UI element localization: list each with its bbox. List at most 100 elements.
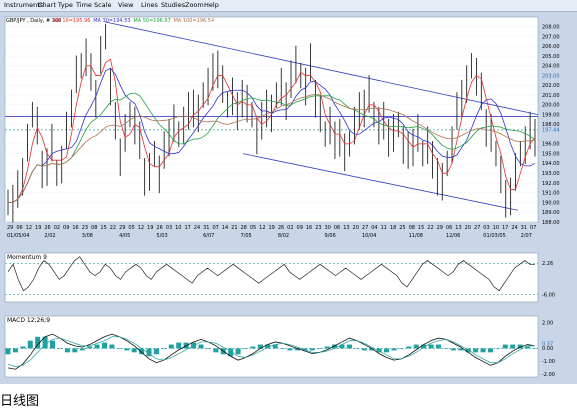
x-tick-month: 7/05 bbox=[240, 233, 251, 239]
macd-histogram-bar bbox=[324, 346, 330, 349]
x-tick-day: 15 bbox=[418, 225, 424, 231]
macd-histogram-bar bbox=[487, 348, 493, 353]
price-tick-label: 197.44 bbox=[542, 128, 560, 134]
x-tick-day: 06 bbox=[334, 225, 340, 231]
x-tick-day: 16 bbox=[306, 225, 312, 231]
x-tick-month: 6/07 bbox=[203, 233, 214, 239]
macd-histogram-bar bbox=[79, 348, 85, 351]
x-tick-day: 22 bbox=[427, 225, 433, 231]
macd-histogram-bar bbox=[443, 348, 449, 349]
macd-histogram-bar bbox=[64, 348, 70, 353]
price-tick-label: 196.00 bbox=[542, 142, 560, 148]
macd-histogram-bar bbox=[213, 348, 219, 353]
macd-histogram-bar bbox=[398, 348, 404, 349]
x-tick-day: 28 bbox=[240, 225, 246, 231]
x-tick-day: 06 bbox=[16, 225, 22, 231]
x-tick-day: 08 bbox=[409, 225, 415, 231]
price-tick-label: 206.00 bbox=[542, 44, 560, 50]
x-tick-day: 04 bbox=[371, 225, 377, 231]
macd-histogram-bar bbox=[153, 348, 159, 355]
price-tick-label: 205.00 bbox=[542, 54, 560, 60]
macd-histogram-bar bbox=[94, 344, 100, 349]
macd-histogram-bar bbox=[436, 344, 442, 349]
x-tick-day: 03 bbox=[483, 225, 489, 231]
macd-histogram-bar bbox=[5, 348, 11, 355]
x-tick-day: 23 bbox=[315, 225, 321, 231]
x-tick-month: 01/05/04 bbox=[7, 233, 29, 239]
macd-histogram-bar bbox=[317, 348, 323, 349]
x-tick-month: 12/06 bbox=[446, 233, 460, 239]
macd-histogram-bar bbox=[72, 348, 78, 353]
x-tick-day: 17 bbox=[184, 225, 190, 231]
x-tick-day: 29 bbox=[7, 225, 13, 231]
x-tick-day: 10 bbox=[493, 225, 499, 231]
price-tick-label: 203.00 bbox=[542, 73, 560, 79]
price-tick-label: 204.00 bbox=[542, 64, 560, 70]
macd-histogram-bar bbox=[361, 348, 367, 351]
x-tick-day: 03 bbox=[166, 225, 172, 231]
x-tick-month: 3/08 bbox=[82, 233, 93, 239]
momentum-tick-label: 2.26 bbox=[542, 261, 553, 267]
x-tick-month: 5/03 bbox=[156, 233, 167, 239]
x-tick-month: 2/02 bbox=[44, 233, 55, 239]
price-tick-label: 188.00 bbox=[542, 220, 560, 226]
price-tick-label: 195.00 bbox=[542, 151, 560, 157]
x-tick-day: 12 bbox=[138, 225, 144, 231]
momentum-title: Momentum 9 bbox=[7, 254, 47, 261]
macd-histogram-bar bbox=[354, 348, 360, 349]
macd-histogram-bar bbox=[287, 348, 293, 351]
x-tick-day: 08 bbox=[91, 225, 97, 231]
x-tick-day: 29 bbox=[437, 225, 443, 231]
macd-histogram-bar bbox=[109, 344, 115, 349]
macd-histogram-bar bbox=[168, 344, 174, 349]
x-tick-month: 4/05 bbox=[119, 233, 130, 239]
x-tick-day: 06 bbox=[446, 225, 452, 231]
legend-entry: MA 100=196.54 bbox=[174, 18, 215, 24]
macd-histogram-bar bbox=[384, 348, 390, 353]
x-tick-month: 10/04 bbox=[362, 233, 376, 239]
x-tick-day: 24 bbox=[511, 225, 517, 231]
x-tick-day: 31 bbox=[203, 225, 209, 231]
x-tick-day: 16 bbox=[72, 225, 78, 231]
macd-histogram-bar bbox=[27, 340, 33, 349]
x-tick-day: 21 bbox=[231, 225, 237, 231]
macd-tick-label: -1.00 bbox=[542, 359, 555, 365]
macd-histogram-bar bbox=[413, 344, 419, 349]
x-tick-day: 29 bbox=[119, 225, 125, 231]
x-tick-day: 10 bbox=[175, 225, 181, 231]
x-tick-month: 2/07 bbox=[521, 233, 532, 239]
price-tick-label: 208.00 bbox=[542, 25, 560, 31]
price-tick-label: 202.00 bbox=[542, 83, 560, 89]
macd-histogram-bar bbox=[176, 342, 182, 349]
x-tick-day: 07 bbox=[212, 225, 218, 231]
macd-histogram-bar bbox=[50, 340, 56, 349]
x-tick-day: 02 bbox=[54, 225, 60, 231]
x-tick-day: 26 bbox=[156, 225, 162, 231]
price-tick-label: 194.00 bbox=[542, 161, 560, 167]
x-tick-day: 11 bbox=[381, 225, 387, 231]
x-tick-day: 15 bbox=[100, 225, 106, 231]
macd-histogram-bar bbox=[473, 348, 479, 353]
macd-histogram-bar bbox=[391, 348, 397, 351]
macd-histogram-bar bbox=[161, 348, 167, 349]
x-tick-day: 19 bbox=[35, 225, 41, 231]
momentum-tick-label: -6.00 bbox=[542, 292, 555, 298]
macd-histogram-bar bbox=[428, 344, 434, 349]
macd-histogram-bar bbox=[502, 344, 508, 349]
price-tick-label: 190.00 bbox=[542, 200, 560, 206]
x-tick-day: 13 bbox=[455, 225, 461, 231]
macd-tick-label: 0.37 bbox=[542, 341, 553, 347]
x-tick-day: 09 bbox=[63, 225, 69, 231]
macd-histogram-bar bbox=[124, 348, 130, 351]
macd-tick-label: 2.00 bbox=[542, 320, 553, 326]
legend-entry: MA 10=195.96 bbox=[53, 18, 90, 24]
x-tick-day: 31 bbox=[521, 225, 527, 231]
x-tick-day: 18 bbox=[390, 225, 396, 231]
x-tick-day: 17 bbox=[502, 225, 508, 231]
price-tick-label: 207.00 bbox=[542, 34, 560, 40]
x-tick-day: 24 bbox=[194, 225, 200, 231]
x-tick-day: 02 bbox=[287, 225, 293, 231]
macd-histogram-bar bbox=[309, 348, 315, 351]
macd-histogram-bar bbox=[495, 348, 501, 349]
macd-histogram-bar bbox=[131, 348, 137, 353]
